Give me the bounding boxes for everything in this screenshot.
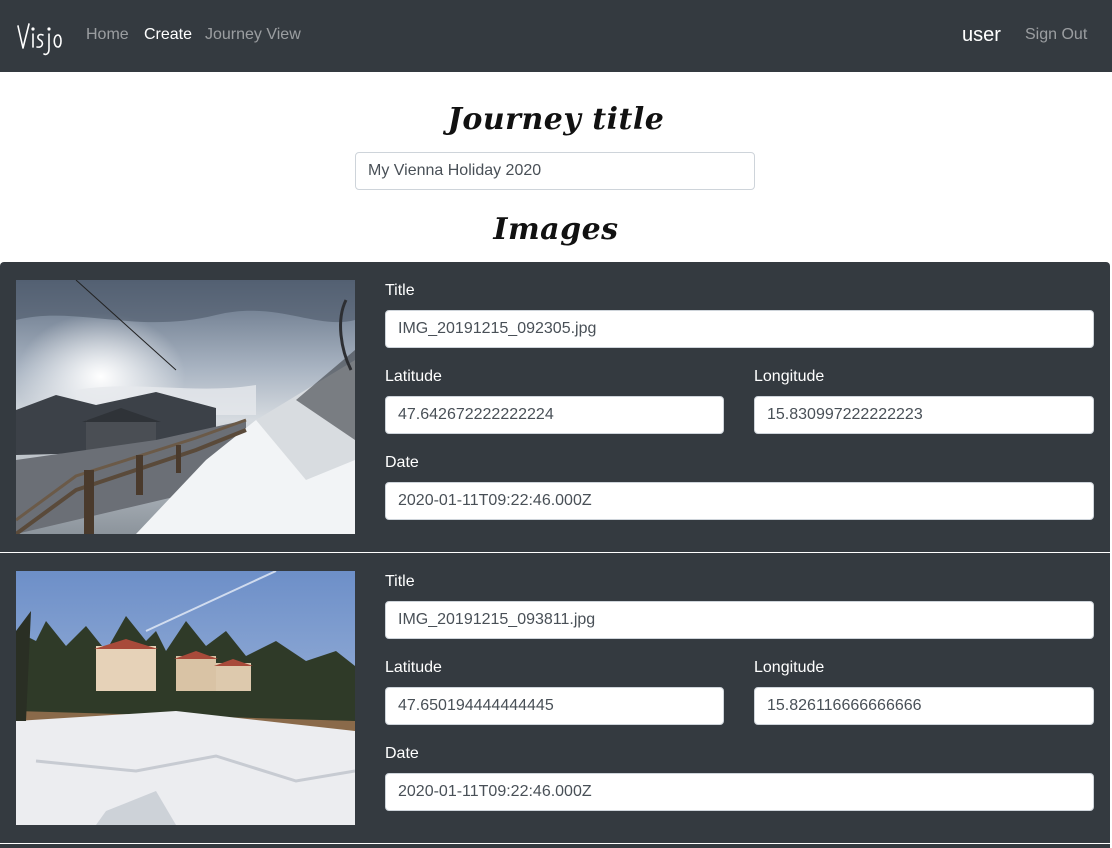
title-label: Title	[385, 282, 415, 299]
longitude-label: Longitude	[754, 368, 825, 385]
brand-logo[interactable]	[16, 18, 64, 58]
username: user	[962, 24, 1001, 46]
longitude-label: Longitude	[754, 659, 825, 676]
images-heading: Images	[493, 212, 619, 247]
image-title-input[interactable]	[385, 601, 1094, 639]
date-input[interactable]	[385, 773, 1094, 811]
latitude-input[interactable]	[385, 687, 724, 725]
image-thumbnail	[16, 280, 355, 534]
image-thumbnail	[16, 571, 355, 825]
latitude-input[interactable]	[385, 396, 724, 434]
navbar: Home Create Journey View user Sign Out	[0, 0, 1112, 72]
nav-create-link[interactable]: Create	[144, 24, 192, 46]
journey-title-heading: Journey title	[447, 102, 665, 137]
latitude-label: Latitude	[385, 659, 442, 676]
journey-title-input[interactable]	[355, 152, 755, 190]
longitude-input[interactable]	[754, 687, 1094, 725]
sign-out-link[interactable]: Sign Out	[1025, 24, 1087, 46]
latitude-label: Latitude	[385, 368, 442, 385]
nav-journey-view-link[interactable]: Journey View	[205, 24, 301, 46]
image-card: Title Latitude Longitude Date	[0, 553, 1110, 844]
image-card: Title Latitude Longitude Date	[0, 262, 1110, 553]
date-input[interactable]	[385, 482, 1094, 520]
image-list: Title Latitude Longitude Date	[0, 262, 1110, 848]
image-title-input[interactable]	[385, 310, 1094, 348]
longitude-input[interactable]	[754, 396, 1094, 434]
nav-home-link[interactable]: Home	[86, 24, 129, 46]
date-label: Date	[385, 745, 419, 762]
title-label: Title	[385, 573, 415, 590]
date-label: Date	[385, 454, 419, 471]
